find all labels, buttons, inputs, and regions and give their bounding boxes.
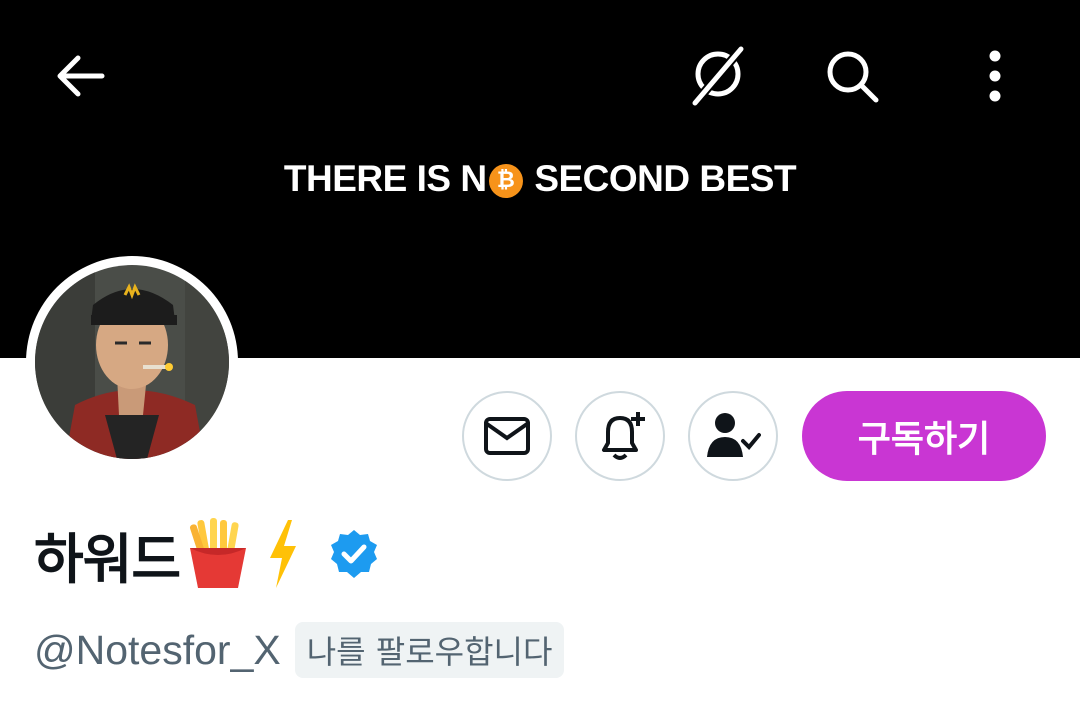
banner-text: THERE IS N ₿ SECOND BEST <box>283 158 797 199</box>
back-button[interactable] <box>40 36 120 116</box>
grok-button[interactable] <box>678 36 758 116</box>
avatar[interactable] <box>26 256 238 468</box>
profile-name-row: 하워드 <box>34 514 380 594</box>
more-options-button[interactable] <box>955 36 1035 116</box>
bitcoin-icon: ₿ <box>488 164 523 198</box>
back-arrow-icon <box>57 55 105 97</box>
grok-icon <box>691 46 745 106</box>
mail-icon <box>484 417 530 455</box>
avatar-image <box>35 265 229 459</box>
user-handle: @Notesfor_X <box>34 626 281 673</box>
more-vertical-icon <box>989 50 1001 102</box>
subscribe-button[interactable]: 구독하기 <box>802 391 1046 481</box>
search-icon <box>827 51 879 103</box>
display-name: 하워드 <box>34 527 181 591</box>
bell-plus-icon <box>602 412 645 460</box>
fries-icon <box>190 518 247 588</box>
notifications-button[interactable] <box>575 391 665 481</box>
lightning-icon <box>270 520 297 588</box>
following-button[interactable] <box>688 391 778 481</box>
search-button[interactable] <box>812 36 892 116</box>
message-button[interactable] <box>462 391 552 481</box>
follows-you-badge: 나를 팔로우합니다 <box>294 622 565 678</box>
user-check-icon <box>707 413 761 457</box>
verified-badge-icon <box>331 530 378 578</box>
handle-row: @Notesfor_X 나를 팔로우합니다 <box>34 620 565 680</box>
